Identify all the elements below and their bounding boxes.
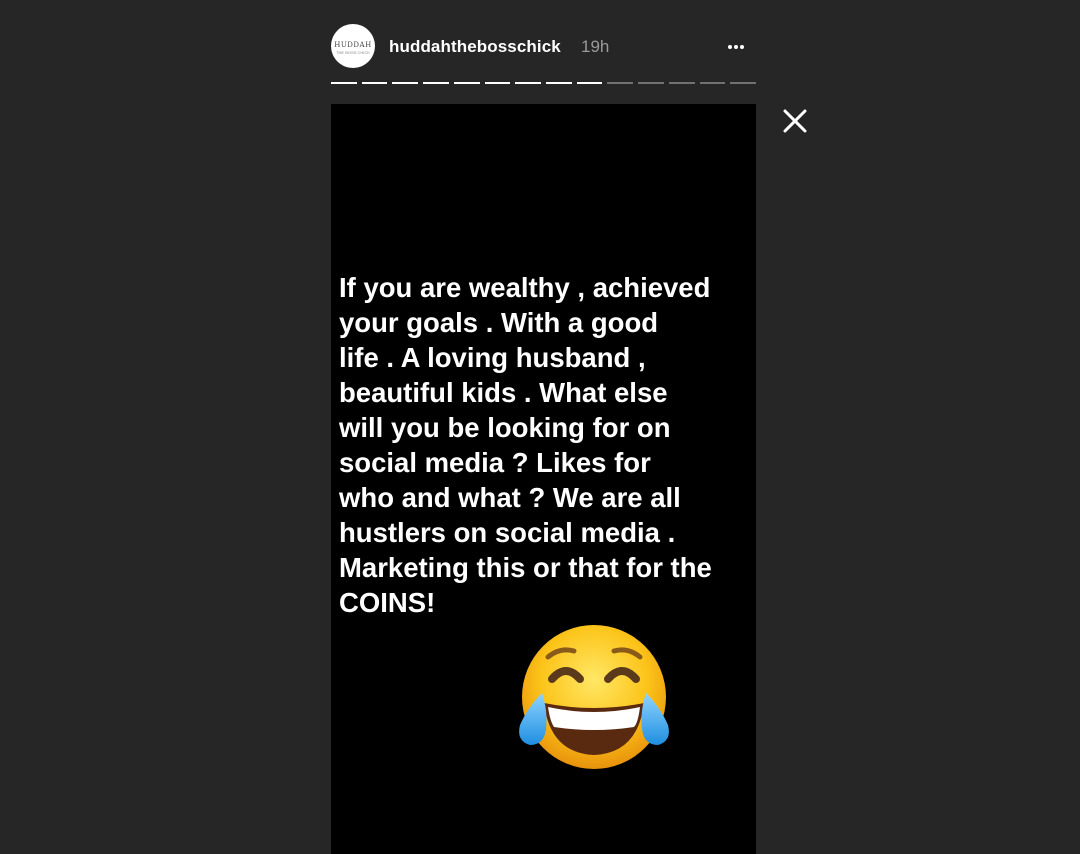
- username-link[interactable]: huddahthebosschick: [389, 37, 561, 57]
- progress-segment: [638, 82, 664, 84]
- progress-segment: [576, 82, 603, 84]
- progress-segment: [699, 82, 726, 84]
- progress-segment: [515, 82, 542, 84]
- progress-segment: [668, 82, 695, 84]
- story-progress-bar: [331, 82, 757, 85]
- timestamp: 19h: [581, 37, 610, 56]
- progress-segment: [730, 82, 757, 84]
- story-text: If you are wealthy , achieved your goals…: [339, 272, 712, 618]
- close-icon: [783, 109, 807, 133]
- progress-segment: [331, 82, 357, 84]
- progress-segment: [607, 82, 634, 84]
- progress-segment: [361, 82, 388, 84]
- avatar-logo-subtext: THE BOSS CHICK: [336, 50, 370, 55]
- story-viewer: HUDDAH THE BOSS CHICK huddahthebosschick…: [0, 0, 1080, 854]
- more-horizontal-icon: [734, 45, 738, 49]
- progress-segment: [484, 82, 511, 84]
- progress-segment: [453, 82, 480, 84]
- face-with-tears-of-joy-icon: [519, 625, 669, 769]
- avatar[interactable]: HUDDAH THE BOSS CHICK: [331, 24, 375, 68]
- progress-segment: [423, 82, 449, 84]
- avatar-logo-text: HUDDAH: [334, 41, 372, 49]
- progress-segment: [392, 82, 419, 84]
- story-header: HUDDAH THE BOSS CHICK huddahthebosschick…: [331, 24, 756, 70]
- more-options-button[interactable]: [727, 32, 753, 60]
- progress-segment: [546, 82, 572, 84]
- close-button[interactable]: [780, 106, 810, 136]
- more-horizontal-icon: [728, 45, 732, 49]
- more-horizontal-icon: [740, 45, 744, 49]
- story-content[interactable]: If you are wealthy , achieved your goals…: [331, 104, 756, 854]
